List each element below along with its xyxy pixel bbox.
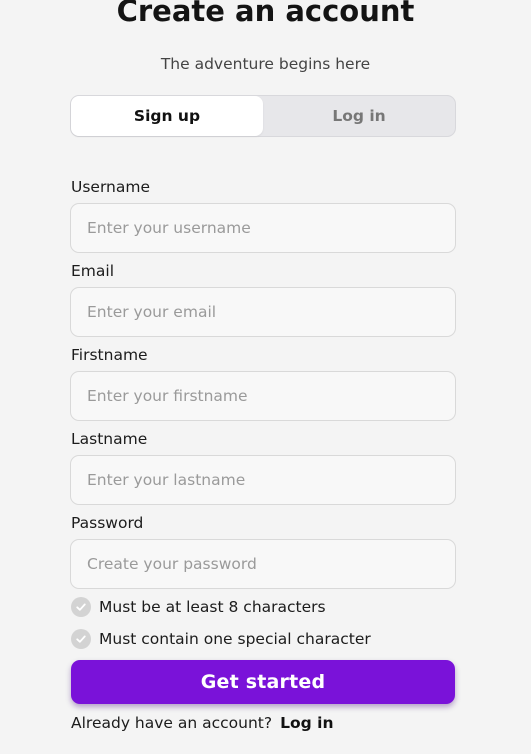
login-link[interactable]: Log in [280,714,333,732]
firstname-label: Firstname [71,346,148,364]
check-circle-icon [71,629,91,649]
tab-sign-up[interactable]: Sign up [71,96,263,136]
page-title: Create an account [116,0,415,28]
firstname-field-box [70,371,456,421]
username-input[interactable] [87,219,455,237]
lastname-field-box [70,455,456,505]
get-started-button[interactable]: Get started [71,660,455,704]
email-field-box [70,287,456,337]
password-label: Password [71,514,144,532]
lastname-label: Lastname [71,430,148,448]
username-field-box [70,203,456,253]
auth-tabs: Sign up Log in [70,95,456,137]
username-label: Username [71,178,151,196]
password-requirement-special: Must contain one special character [71,629,371,649]
email-label: Email [71,262,115,280]
password-requirement-length: Must be at least 8 characters [71,597,326,617]
lastname-input[interactable] [87,471,455,489]
login-prompt: Already have an account? Log in [71,714,333,732]
firstname-input[interactable] [87,387,455,405]
page-subtitle: The adventure begins here [160,55,371,73]
tab-log-in[interactable]: Log in [263,96,455,136]
password-field-box [70,539,456,589]
password-input[interactable] [87,555,455,573]
signup-page: Create an account The adventure begins h… [0,0,531,754]
email-input[interactable] [87,303,455,321]
check-circle-icon [71,597,91,617]
requirement-text: Must contain one special character [99,630,371,648]
login-prompt-text: Already have an account? [71,714,273,732]
requirement-text: Must be at least 8 characters [99,598,326,616]
